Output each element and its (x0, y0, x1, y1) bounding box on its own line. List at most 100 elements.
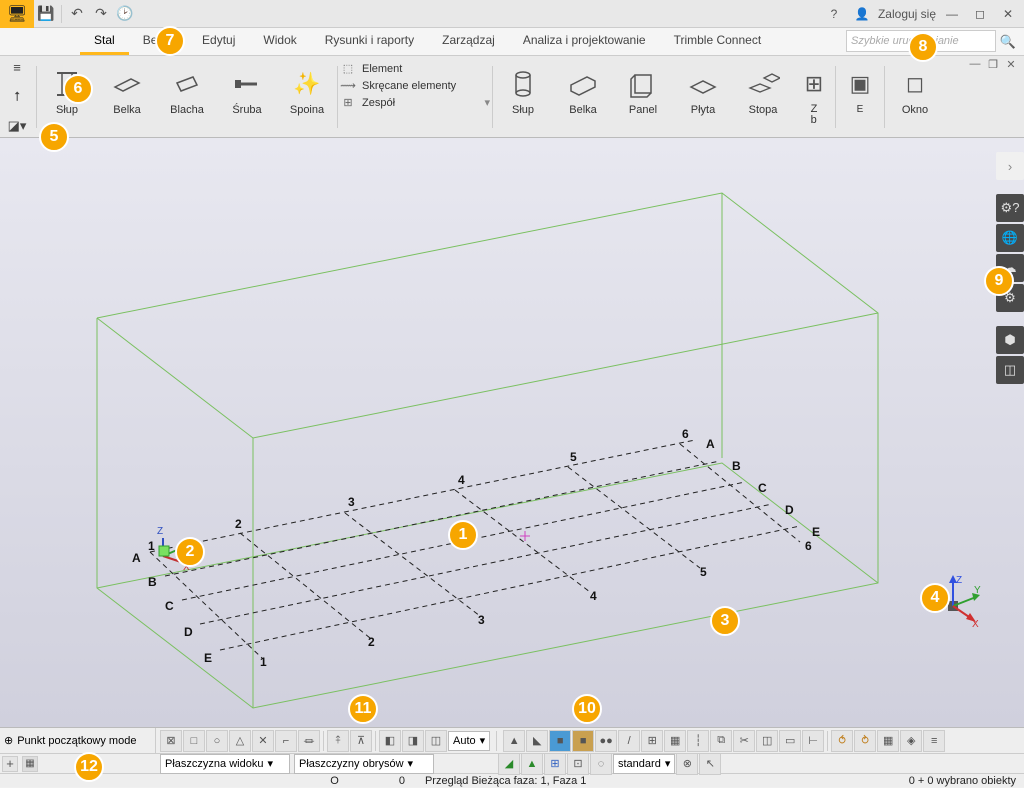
snap-4[interactable]: △ (229, 730, 251, 752)
panel-expand-button[interactable]: › (996, 152, 1024, 180)
panel-shapes-icon[interactable]: ◫ (996, 356, 1024, 384)
f7[interactable]: ↖ (699, 753, 721, 775)
ribbon-restore-icon[interactable]: ❐ (986, 58, 1000, 71)
snap-2[interactable]: □ (183, 730, 205, 752)
outline-planes-combo[interactable]: Płaszczyzny obrysów ▾ (294, 754, 434, 774)
close-button[interactable]: ✕ (996, 2, 1020, 26)
snap-12[interactable]: ◫ (425, 730, 447, 752)
user-icon[interactable]: 👤 (850, 2, 874, 26)
btn-element[interactable]: ⬚Element (340, 62, 490, 75)
sel-19[interactable]: ≡ (923, 730, 945, 752)
component-tool[interactable]: ◪▾ (3, 114, 31, 137)
sel-3[interactable]: ■ (549, 730, 571, 752)
sel-8[interactable]: ▦ (664, 730, 686, 752)
auto-combo[interactable]: Auto ▾ (448, 731, 490, 751)
callout-3: 3 (710, 606, 740, 636)
panel-help-icon[interactable]: ⚙? (996, 194, 1024, 222)
sel-5[interactable]: ●● (595, 730, 617, 752)
snap-1[interactable]: ⊠ (160, 730, 182, 752)
btn-belka-concrete[interactable]: Belka (557, 62, 609, 116)
panel-globe-icon[interactable]: 🌐 (996, 224, 1024, 252)
f1[interactable]: ◢ (498, 753, 520, 775)
callout-11: 11 (348, 694, 378, 724)
btn-panel[interactable]: Panel (617, 62, 669, 116)
tab-stal[interactable]: Stal (80, 27, 129, 55)
separator (61, 5, 62, 23)
sel-2[interactable]: ◣ (526, 730, 548, 752)
origin-mode[interactable]: ⊕ Punkt początkowy mode (0, 728, 156, 753)
status-selection: 0 + 0 wybrano obiekty (909, 775, 1016, 787)
ribbon-minimize-icon[interactable]: — (968, 58, 982, 71)
sel-15[interactable]: ⥀ (831, 730, 853, 752)
sel-16[interactable]: ⥁ (854, 730, 876, 752)
f2[interactable]: ▲ (521, 753, 543, 775)
btn-okno[interactable]: ◻Okno (889, 62, 941, 116)
tab-widok[interactable]: Widok (249, 27, 310, 55)
sel-13[interactable]: ▭ (779, 730, 801, 752)
sel-11[interactable]: ✂ (733, 730, 755, 752)
f5[interactable]: ◌ (590, 753, 612, 775)
btn-belka-steel[interactable]: Belka (101, 62, 153, 116)
sel-7[interactable]: ⊞ (641, 730, 663, 752)
standard-combo[interactable]: standard ▾ (613, 754, 675, 774)
tab-analiza[interactable]: Analiza i projektowanie (509, 27, 660, 55)
svg-text:Z: Z (157, 526, 163, 537)
tab-rysunki[interactable]: Rysunki i raporty (311, 27, 428, 55)
undo-button[interactable]: ↶ (65, 0, 89, 28)
svg-text:D: D (785, 503, 794, 517)
sel-1[interactable]: ▲ (503, 730, 525, 752)
svg-text:A: A (132, 551, 141, 565)
tab-trimble[interactable]: Trimble Connect (660, 27, 776, 55)
btn-stopa[interactable]: Stopa (737, 62, 789, 116)
sel-17[interactable]: ▦ (877, 730, 899, 752)
btn-slup-concrete[interactable]: Słup (497, 62, 549, 116)
sel-9[interactable]: ┆ (687, 730, 709, 752)
snap-6[interactable]: ⌐ (275, 730, 297, 752)
panel-cube-icon[interactable]: ⬢ (996, 326, 1024, 354)
snap-5[interactable]: ✕ (252, 730, 274, 752)
maximize-button[interactable]: ◻ (968, 2, 992, 26)
viewport-3d[interactable]: 1 2 3 4 5 6 1 2 3 4 5 6 A B C D E A B C … (0, 138, 1024, 727)
sel-18[interactable]: ◈ (900, 730, 922, 752)
snap-7[interactable]: ⏛ (298, 730, 320, 752)
sel-4[interactable]: ■ (572, 730, 594, 752)
save-button[interactable]: 💾 (34, 0, 58, 28)
login-label[interactable]: Zaloguj się (878, 7, 936, 21)
btn-blacha[interactable]: Blacha (161, 62, 213, 116)
search-icon[interactable]: 🔍 (1000, 34, 1016, 50)
view-plane-combo[interactable]: Płaszczyzna widoku ▾ (160, 754, 290, 774)
tab-zarzadzaj[interactable]: Zarządzaj (428, 27, 509, 55)
tab-edytuj[interactable]: Edytuj (188, 27, 249, 55)
grid-btn[interactable]: ▦ (22, 756, 38, 772)
f3[interactable]: ⊞ (544, 753, 566, 775)
btn-zespol[interactable]: ⊞Zespół▾ (340, 96, 490, 109)
sel-14[interactable]: ⊢ (802, 730, 824, 752)
sel-12[interactable]: ◫ (756, 730, 778, 752)
select-tool[interactable]: ⭡ (3, 85, 31, 108)
btn-skrecane[interactable]: ⟿Skręcane elementy (340, 79, 490, 92)
snap-10[interactable]: ◧ (379, 730, 401, 752)
hamburger-button[interactable]: ≡ (3, 56, 31, 79)
ribbon-close-icon[interactable]: ✕ (1004, 58, 1018, 71)
snap-9[interactable]: ⊼ (350, 730, 372, 752)
add-button[interactable]: + (2, 756, 18, 772)
btn-frame[interactable]: ▣E (840, 62, 880, 115)
f6[interactable]: ⊗ (676, 753, 698, 775)
redo-button[interactable]: ↷ (89, 0, 113, 28)
snap-3[interactable]: ○ (206, 730, 228, 752)
snap-8[interactable]: ⤉ (327, 730, 349, 752)
btn-zb[interactable]: ⊞Z b (797, 62, 831, 126)
btn-plyta[interactable]: Płyta (677, 62, 729, 116)
app-logo[interactable]: 🖥 (0, 0, 34, 28)
callout-12: 12 (74, 752, 104, 782)
f4[interactable]: ⊡ (567, 753, 589, 775)
minimize-button[interactable]: — (940, 2, 964, 26)
selection-toolbar: ▲ ◣ ■ ■ ●● / ⊞ ▦ ┆ ⧉ ✂ ◫ ▭ ⊢ ⥀ ⥁ ▦ ◈ ≡ (499, 730, 949, 752)
sel-10[interactable]: ⧉ (710, 730, 732, 752)
btn-sruba[interactable]: Śruba (221, 62, 273, 116)
snap-11[interactable]: ◨ (402, 730, 424, 752)
history-button[interactable]: 🕑 (113, 0, 137, 28)
sel-6[interactable]: / (618, 730, 640, 752)
btn-spoina[interactable]: ✨Spoina (281, 62, 333, 116)
help-button[interactable]: ? (822, 2, 846, 26)
